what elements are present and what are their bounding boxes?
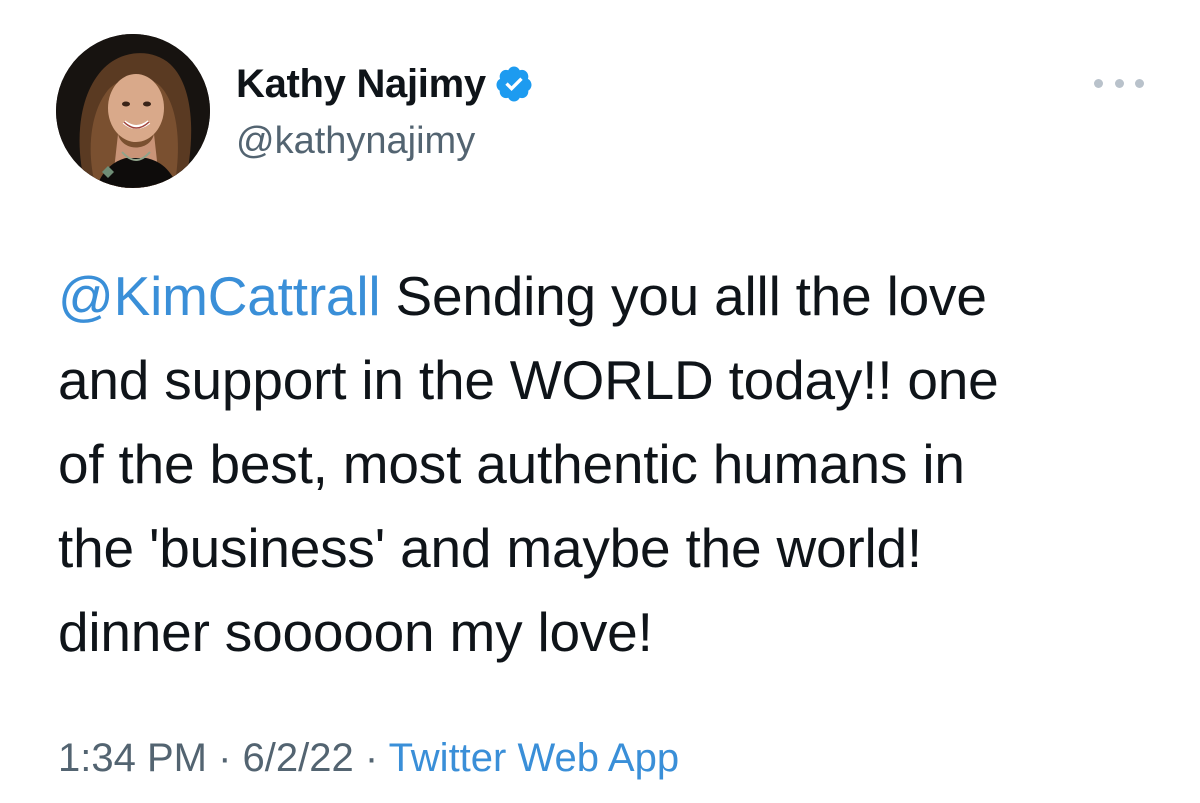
tweet-meta: 1:34 PM · 6/2/22 · Twitter Web App (58, 732, 679, 784)
tweet-line: the 'business' and maybe the world! (58, 517, 922, 579)
more-options-icon[interactable] (1094, 70, 1144, 96)
avatar[interactable] (56, 34, 210, 188)
tweet-line: and support in the WORLD today!! one (58, 349, 999, 411)
tweet-time[interactable]: 1:34 PM (58, 736, 207, 780)
tweet-line: of the best, most authentic humans in (58, 433, 965, 495)
display-name[interactable]: Kathy Najimy (236, 60, 486, 108)
tweet-source-link[interactable]: Twitter Web App (389, 736, 680, 780)
tweet-date[interactable]: 6/2/22 (243, 736, 354, 780)
tweet-line: Sending you alll the love (380, 265, 987, 327)
more-dot (1114, 78, 1124, 88)
tweet-line: dinner sooooon my love! (58, 601, 653, 663)
more-dot (1135, 78, 1144, 88)
meta-separator: · (206, 736, 243, 780)
mention-link[interactable]: @KimCattrall (58, 265, 381, 327)
verified-badge-icon (494, 64, 534, 104)
author-name-row: Kathy Najimy (236, 60, 534, 108)
tweet-text: @KimCattrall Sending you alll the love an… (58, 254, 1158, 674)
profile-photo (56, 34, 210, 188)
meta-separator: · (353, 736, 389, 780)
more-dot (1094, 78, 1103, 88)
author-handle[interactable]: @kathynajimy (236, 118, 475, 164)
